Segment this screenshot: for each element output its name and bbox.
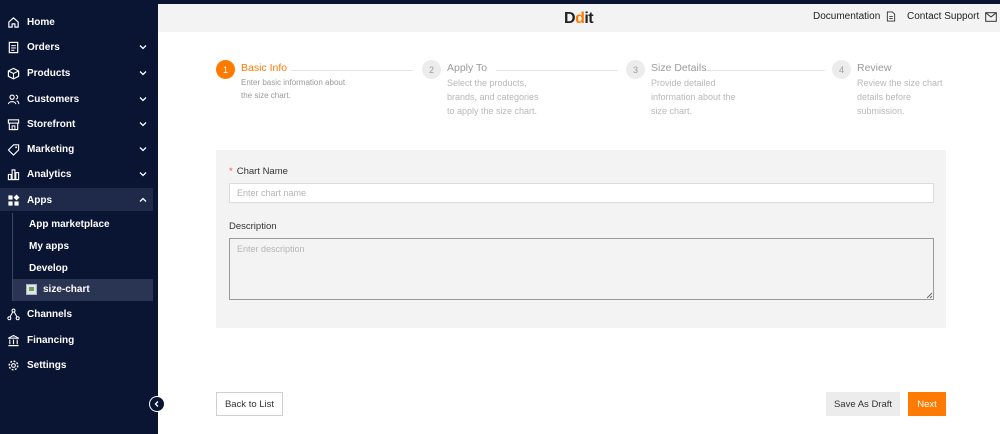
channels-icon: [6, 307, 20, 321]
chevron-down-icon: [139, 172, 147, 177]
step-title: Apply To: [447, 62, 488, 74]
back-to-list-button[interactable]: Back to List: [216, 392, 283, 416]
financing-icon: [6, 333, 20, 347]
sidebar-item-marketing[interactable]: Marketing: [0, 137, 158, 161]
sidebar-item-products[interactable]: Products: [0, 61, 158, 85]
document-icon: [887, 11, 896, 22]
sidebar-item-label: Apps: [27, 194, 52, 206]
sidebar-item-label: Settings: [27, 359, 67, 371]
description-textarea[interactable]: [229, 238, 934, 300]
chart-name-label: * Chart Name: [229, 166, 288, 177]
broken-image-icon: [26, 284, 37, 295]
step-description: Enter basic information about the size c…: [241, 78, 346, 100]
top-bar: Ddit Documentation Contact Support: [158, 0, 1000, 32]
chevron-down-icon: [139, 71, 147, 76]
resize-handle-icon[interactable]: [925, 291, 933, 299]
sidebar-item-orders[interactable]: Orders: [0, 35, 158, 59]
sidebar-item-label: Orders: [27, 41, 60, 53]
analytics-icon: [6, 167, 20, 181]
submenu-item-develop[interactable]: Develop: [29, 263, 68, 274]
marketing-icon: [6, 142, 20, 156]
step-description: Provide detailed information about the s…: [651, 78, 736, 116]
chevron-down-icon: [139, 147, 147, 152]
sidebar-item-label: Analytics: [27, 168, 72, 180]
sidebar-collapse-button[interactable]: [149, 396, 165, 412]
sidebar-item-home[interactable]: Home: [0, 10, 158, 34]
next-button[interactable]: Next: [908, 392, 946, 416]
contact-support-link[interactable]: Contact Support: [907, 11, 998, 22]
step-connector: [496, 70, 618, 71]
basic-info-form: *Chart Name Description: [216, 150, 946, 328]
step-description: Select the products, brands, and categor…: [447, 78, 539, 116]
step-description: Review the size chart details before sub…: [857, 78, 943, 116]
sidebar-item-label: Customers: [27, 93, 80, 105]
sidebar-item-settings[interactable]: Settings: [0, 353, 158, 377]
sidebar-item-financing[interactable]: Financing: [0, 328, 158, 352]
chevron-left-icon: [154, 401, 159, 407]
step-number: 1: [216, 60, 235, 79]
sidebar-item-storefront[interactable]: Storefront: [0, 112, 158, 136]
apps-icon: [6, 193, 20, 207]
save-as-draft-button[interactable]: Save As Draft: [826, 392, 900, 416]
documentation-link[interactable]: Documentation: [813, 11, 896, 22]
chevron-down-icon: [139, 122, 147, 127]
chart-name-input[interactable]: [229, 183, 934, 203]
sidebar-item-channels[interactable]: Channels: [0, 302, 158, 326]
step-title: Review: [857, 62, 892, 74]
sidebar-item-label: Financing: [27, 334, 75, 346]
step-connector: [291, 70, 413, 71]
home-icon: [6, 15, 20, 29]
description-label: Description: [229, 221, 277, 232]
step-number: 4: [832, 60, 851, 79]
submenu-item-label: size-chart: [43, 284, 90, 295]
sidebar-item-apps[interactable]: Apps: [0, 188, 158, 212]
sidebar-item-customers[interactable]: Customers: [0, 87, 158, 111]
chevron-down-icon: [139, 97, 147, 102]
sidebar-item-label: Products: [27, 67, 71, 79]
gear-icon: [6, 358, 20, 372]
sidebar: Home Orders Products Customers Storefron…: [0, 0, 158, 434]
submenu-item-app-marketplace[interactable]: App marketplace: [29, 219, 110, 230]
storefront-icon: [6, 117, 20, 131]
sidebar-item-analytics[interactable]: Analytics: [0, 162, 158, 186]
brand-logo[interactable]: Ddit: [564, 10, 594, 28]
submenu-item-my-apps[interactable]: My apps: [29, 241, 69, 252]
sidebar-item-label: Channels: [27, 308, 73, 320]
sidebar-item-label: Storefront: [27, 118, 76, 130]
sidebar-item-label: Home: [27, 16, 55, 28]
orders-icon: [6, 40, 20, 54]
products-icon: [6, 66, 20, 80]
chevron-down-icon: [139, 45, 147, 50]
submenu-item-size-chart[interactable]: size-chart: [26, 284, 90, 295]
step-number: 3: [626, 60, 645, 79]
mail-icon: [985, 11, 998, 22]
sidebar-item-label: Marketing: [27, 143, 75, 155]
required-marker: *: [229, 166, 233, 177]
step-title: Basic Info: [241, 62, 288, 74]
step-number: 2: [422, 60, 441, 79]
step-connector: [705, 70, 825, 71]
contact-support-label: Contact Support: [907, 11, 980, 22]
documentation-label: Documentation: [813, 11, 881, 22]
step-title: Size Details: [651, 62, 707, 74]
customers-icon: [6, 92, 20, 106]
chevron-up-icon: [139, 197, 147, 202]
